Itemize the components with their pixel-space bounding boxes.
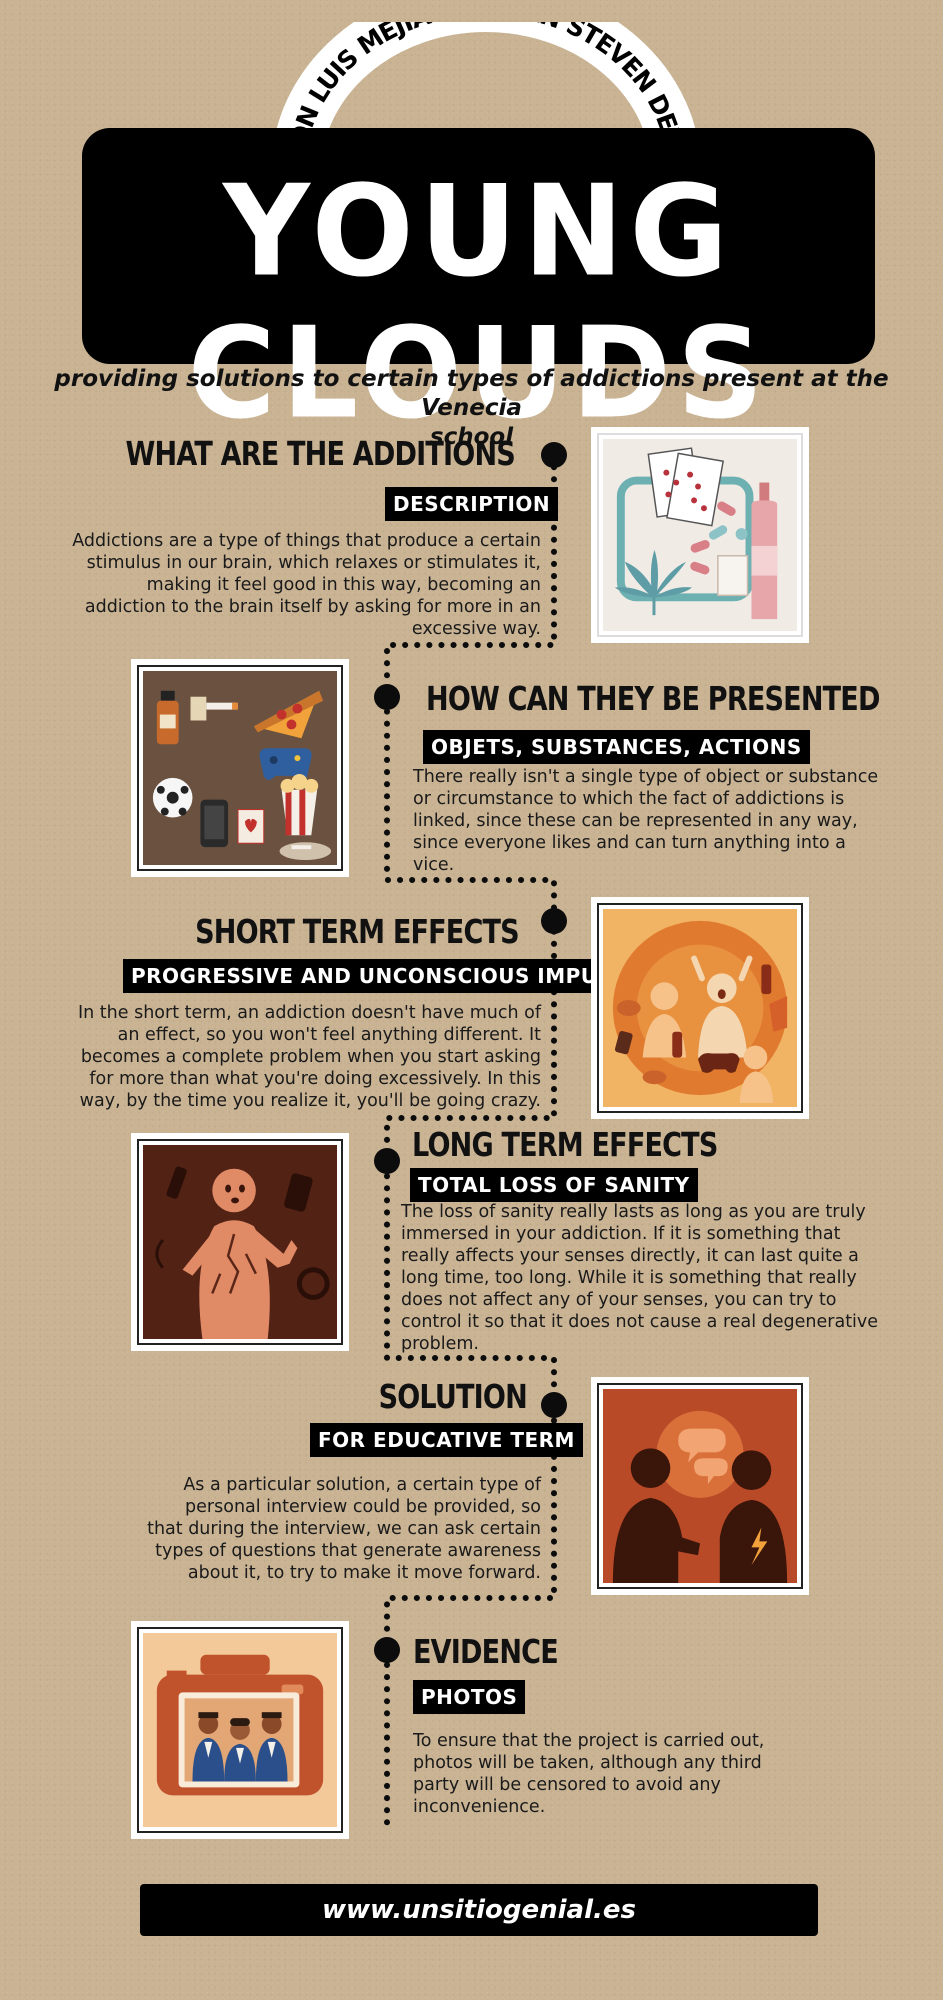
body-line: really affects your senses directly, it … [401, 1246, 859, 1266]
body-line: In the short term, an addiction doesn't … [77, 1003, 541, 1023]
body-line: personal interview could be provided, so [185, 1497, 541, 1517]
section-body-short-term: In the short term, an addiction doesn't … [1, 1002, 541, 1112]
body-line: linked, since these can be represented i… [413, 811, 858, 831]
body-line: or circumstance to which the fact of add… [413, 789, 845, 809]
body-line: does not affect any of your senses, you … [401, 1290, 837, 1310]
section-tag-sanity: TOTAL LOSS OF SANITY [410, 1168, 698, 1202]
body-line: becomes a complete problem when you star… [80, 1047, 541, 1067]
section-tag-description: DESCRIPTION [385, 487, 559, 521]
section-body-long-term: The loss of sanity really lasts as long … [401, 1201, 936, 1355]
section-tag-impulse: PROGRESSIVE AND UNCONSCIOUS IMPULSE [123, 959, 648, 993]
timeline-node [374, 684, 400, 710]
cards-pills-bottle-icon [603, 439, 797, 631]
section-body-presented: There really isn't a single type of obje… [413, 766, 933, 876]
cracked-figure-icon [143, 1145, 337, 1339]
body-line: vice. [413, 855, 455, 875]
body-line: making it feel good in this way, becomin… [146, 575, 541, 595]
body-line: immersed in your addiction. If it is som… [401, 1224, 841, 1244]
body-line: problem. [401, 1334, 479, 1354]
body-line: As a particular solution, a certain type… [183, 1475, 541, 1495]
photo-frame-solution [592, 1378, 808, 1594]
body-line: excessive way. [411, 619, 541, 639]
section-heading-solution: SOLUTION [378, 1377, 528, 1416]
section-heading-what-are: WHAT ARE THE ADDITIONS [125, 434, 516, 473]
section-body-what-are: Addictions are a type of things that pro… [1, 530, 541, 640]
section-tag-objets: OBJETS, SUBSTANCES, ACTIONS [423, 730, 810, 764]
objects-collage-icon [143, 671, 337, 865]
timeline-node [374, 1637, 400, 1663]
section-heading-presented: HOW CAN THEY BE PRESENTED [426, 679, 880, 718]
section-heading-evidence: EVIDENCE [413, 1632, 559, 1671]
body-line: an effect, so you won't feel anything di… [117, 1025, 541, 1045]
body-line: types of questions that generate awarene… [155, 1541, 541, 1561]
body-line: Addictions are a type of things that pro… [72, 531, 541, 551]
body-line: party will be censored to avoid any [413, 1775, 721, 1795]
section-body-solution: As a particular solution, a certain type… [21, 1474, 541, 1584]
timeline-node [541, 908, 567, 934]
body-line: since everyone likes and can turn anythi… [413, 833, 846, 853]
body-line: long time, too long. While it is somethi… [401, 1268, 857, 1288]
section-heading-short-term: SHORT TERM EFFECTS [195, 912, 520, 951]
body-line: inconvenience. [413, 1797, 546, 1817]
timeline-node [541, 1392, 567, 1418]
photo-frame-addictions [592, 428, 808, 642]
body-line: stimulus in our brain, which relaxes or … [86, 553, 541, 573]
body-line: about it, to try to make it move forward… [187, 1563, 541, 1583]
interview-silhouettes-icon [603, 1389, 797, 1583]
body-line: that during the interview, we can ask ce… [147, 1519, 541, 1539]
section-heading-long-term: LONG TERM EFFECTS [412, 1125, 718, 1164]
photo-frame-long-term [132, 1134, 348, 1350]
section-body-evidence: To ensure that the project is carried ou… [413, 1730, 923, 1818]
body-line: photos will be taken, although any third [413, 1753, 762, 1773]
body-line: for more than what you're doing excessiv… [89, 1069, 541, 1089]
photo-frame-evidence [132, 1622, 348, 1838]
anxious-people-icon [603, 909, 797, 1107]
body-line: control it so that it does not cause a r… [401, 1312, 879, 1332]
photo-frame-presented [132, 660, 348, 876]
timeline-node [374, 1148, 400, 1174]
section-tag-photos: PHOTOS [413, 1680, 526, 1714]
body-line: addiction to the brain itself by asking … [84, 597, 541, 617]
body-line: There really isn't a single type of obje… [413, 767, 879, 787]
body-line: To ensure that the project is carried ou… [413, 1731, 765, 1751]
camera-students-icon [143, 1633, 337, 1827]
photo-frame-short-term [592, 898, 808, 1118]
section-tag-educative: FOR EDUCATIVE TERM [310, 1423, 583, 1457]
body-line: way, by the time you realize it, you'll … [79, 1091, 541, 1111]
subtitle-line-1: providing solutions to certain types of … [54, 366, 889, 421]
body-line: The loss of sanity really lasts as long … [401, 1202, 866, 1222]
footer-url-link[interactable]: www.unsitiogenial.es [140, 1884, 818, 1936]
